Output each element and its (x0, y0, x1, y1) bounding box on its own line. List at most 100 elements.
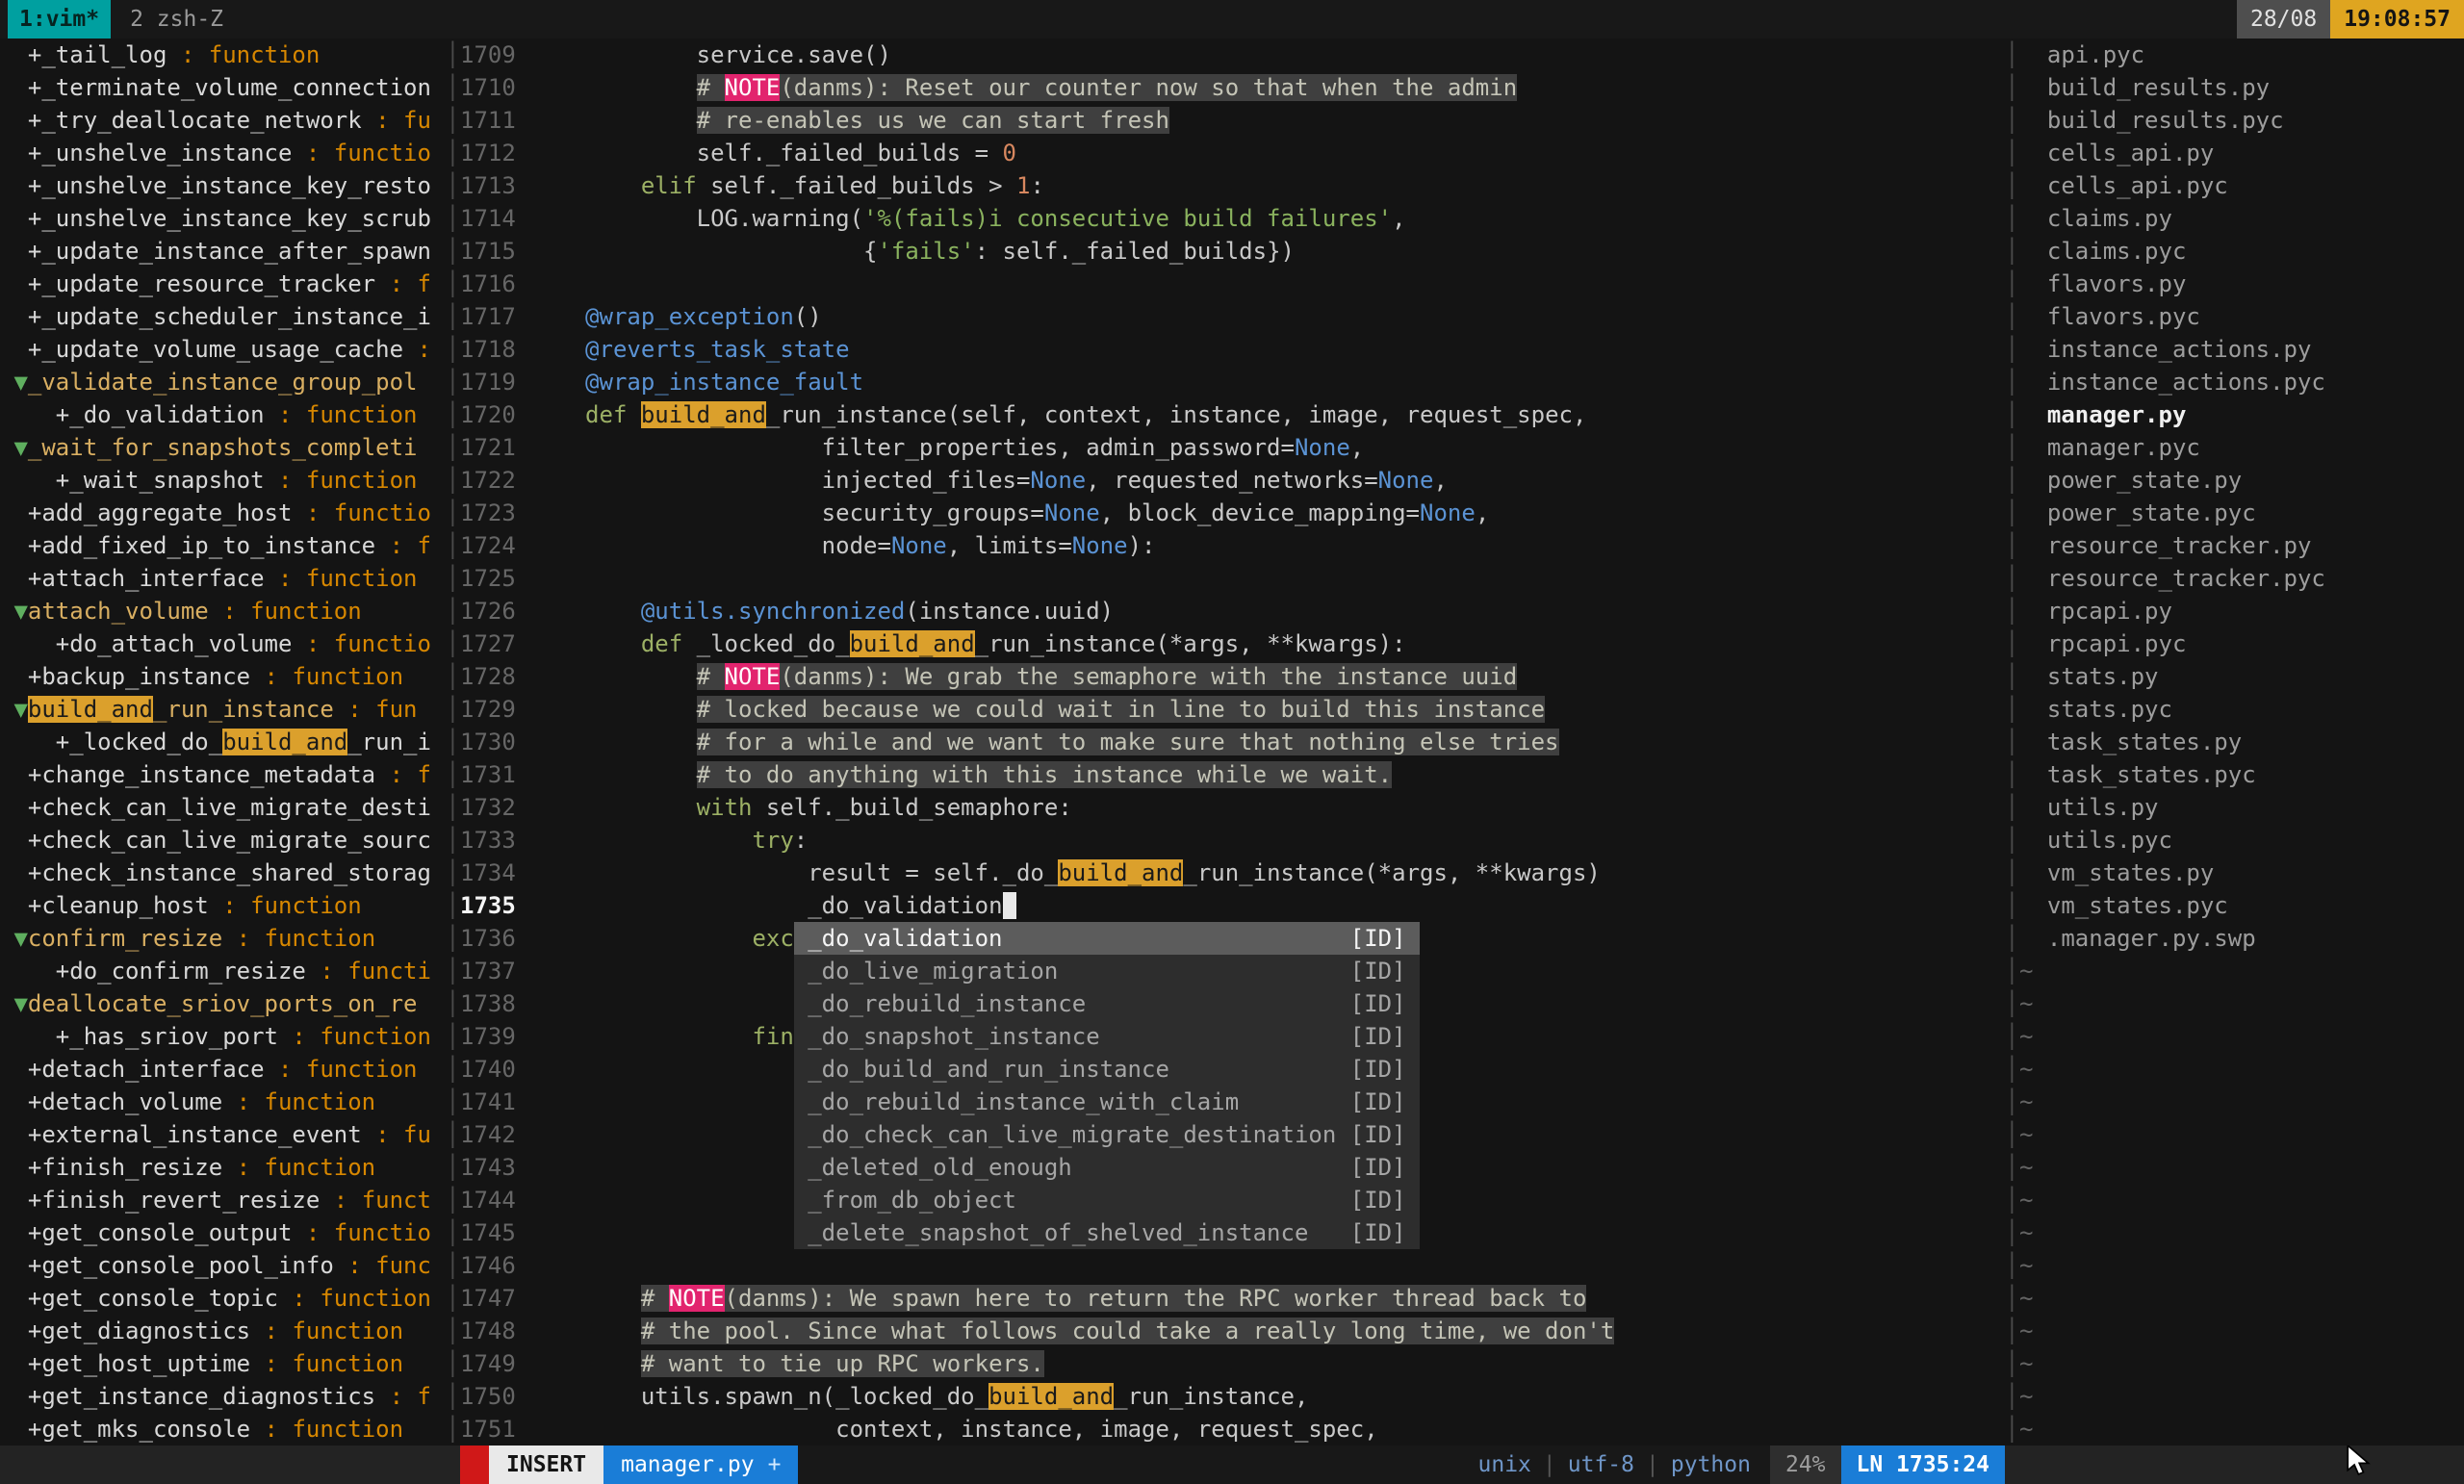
code-line[interactable]: 1726 @utils.synchronized(instance.uuid) (460, 595, 2005, 627)
separator-cell[interactable]: │ (2005, 169, 2019, 202)
tagbar-item[interactable]: +add_fixed_ip_to_instance : f (0, 529, 446, 562)
completion-item[interactable]: _delete_snapshot_of_shelved_instance [ID] (794, 1216, 1420, 1249)
separator-cell[interactable]: │ (446, 562, 460, 595)
code-line[interactable]: 1725 (460, 562, 2005, 595)
code-line[interactable]: 1727 def _locked_do_build_and_run_instan… (460, 627, 2005, 660)
separator-cell[interactable]: │ (446, 693, 460, 726)
separator-cell[interactable]: │ (446, 104, 460, 137)
separator-cell[interactable]: │ (446, 1086, 460, 1118)
separator-cell[interactable]: │ (2005, 758, 2019, 791)
separator-cell[interactable]: │ (2005, 398, 2019, 431)
separator-cell[interactable]: │ (446, 726, 460, 758)
tagbar-item[interactable]: +backup_instance : function (0, 660, 446, 693)
separator-cell[interactable]: │ (446, 627, 460, 660)
separator-cell[interactable]: │ (446, 595, 460, 627)
file-item[interactable]: stats.pyc (2019, 693, 2464, 726)
file-item[interactable]: claims.pyc (2019, 235, 2464, 268)
code-line[interactable]: 1734 result = self._do_build_and_run_ins… (460, 857, 2005, 889)
tmux-window-zsh[interactable]: 2 zsh-Z (130, 0, 223, 38)
completion-item[interactable]: _do_check_can_live_migrate_destination [I… (794, 1118, 1420, 1151)
separator-cell[interactable]: │ (2005, 562, 2019, 595)
separator-cell[interactable]: │ (2005, 1151, 2019, 1184)
separator-cell[interactable]: │ (2005, 1184, 2019, 1216)
separator-cell[interactable]: │ (2005, 1413, 2019, 1446)
separator-cell[interactable]: │ (446, 987, 460, 1020)
separator-cell[interactable]: │ (2005, 660, 2019, 693)
separator-cell[interactable]: │ (2005, 1315, 2019, 1347)
separator-cell[interactable]: │ (2005, 497, 2019, 529)
file-item[interactable]: task_states.pyc (2019, 758, 2464, 791)
code-line[interactable]: 1750 utils.spawn_n(_locked_do_build_and_… (460, 1380, 2005, 1413)
tagbar-item[interactable]: +get_instance_diagnostics : f (0, 1380, 446, 1413)
tagbar-item[interactable]: +_update_resource_tracker : f (0, 268, 446, 300)
completion-item[interactable]: _do_snapshot_instance [ID] (794, 1020, 1420, 1053)
tagbar-item[interactable]: +get_mks_console : function (0, 1413, 446, 1446)
file-item[interactable]: instance_actions.py (2019, 333, 2464, 366)
separator-cell[interactable]: │ (2005, 300, 2019, 333)
code-line[interactable]: 1735 _do_validation (460, 889, 2005, 922)
tagbar-item[interactable]: +_try_deallocate_network : fu (0, 104, 446, 137)
file-item[interactable]: resource_tracker.py (2019, 529, 2464, 562)
file-item[interactable]: utils.py (2019, 791, 2464, 824)
code-line[interactable]: 1724 node=None, limits=None): (460, 529, 2005, 562)
tagbar-item[interactable]: +_has_sriov_port : function (0, 1020, 446, 1053)
tagbar-item[interactable]: ▼build_and_run_instance : fun (0, 693, 446, 726)
tagbar-item[interactable]: +cleanup_host : function (0, 889, 446, 922)
separator-cell[interactable]: │ (446, 955, 460, 987)
separator-cell[interactable]: │ (446, 1118, 460, 1151)
code-line[interactable]: 1722 injected_files=None, requested_netw… (460, 464, 2005, 497)
code-line[interactable]: 1721 filter_properties, admin_password=N… (460, 431, 2005, 464)
tagbar-item[interactable]: +change_instance_metadata : f (0, 758, 446, 791)
separator-cell[interactable]: │ (2005, 726, 2019, 758)
separator-cell[interactable]: │ (2005, 202, 2019, 235)
completion-item[interactable]: _from_db_object [ID] (794, 1184, 1420, 1216)
separator-cell[interactable]: │ (446, 71, 460, 104)
file-item[interactable]: stats.py (2019, 660, 2464, 693)
code-line[interactable]: 1731 # to do anything with this instance… (460, 758, 2005, 791)
separator-cell[interactable]: │ (446, 497, 460, 529)
code-line[interactable]: 1746 (460, 1249, 2005, 1282)
file-item[interactable]: api.pyc (2019, 38, 2464, 71)
separator-cell[interactable]: │ (2005, 464, 2019, 497)
tagbar-item[interactable]: +add_aggregate_host : functio (0, 497, 446, 529)
separator-cell[interactable]: │ (446, 1249, 460, 1282)
code-line[interactable]: 1732 with self._build_semaphore: (460, 791, 2005, 824)
code-line[interactable]: 1717 @wrap_exception() (460, 300, 2005, 333)
separator-cell[interactable]: │ (446, 824, 460, 857)
file-item[interactable]: manager.pyc (2019, 431, 2464, 464)
tagbar-item[interactable]: +detach_volume : function (0, 1086, 446, 1118)
separator-cell[interactable]: │ (446, 235, 460, 268)
completion-item[interactable]: _do_rebuild_instance_with_claim [ID] (794, 1086, 1420, 1118)
separator-cell[interactable]: │ (446, 1216, 460, 1249)
code-line[interactable]: 1709 service.save() (460, 38, 2005, 71)
separator-cell[interactable]: │ (446, 1053, 460, 1086)
buffer-tab[interactable]: manager.py + (603, 1446, 799, 1484)
tagbar-item[interactable]: ▼confirm_resize : function (0, 922, 446, 955)
separator-cell[interactable]: │ (2005, 1249, 2019, 1282)
separator-cell[interactable]: │ (446, 791, 460, 824)
tagbar-item[interactable]: ▼attach_volume : function (0, 595, 446, 627)
separator-cell[interactable]: │ (446, 398, 460, 431)
separator-cell[interactable]: │ (446, 1184, 460, 1216)
tagbar-item[interactable]: +_update_scheduler_instance_i (0, 300, 446, 333)
separator-cell[interactable]: │ (446, 1151, 460, 1184)
code-line[interactable]: 1710 # NOTE(danms): Reset our counter no… (460, 71, 2005, 104)
separator-cell[interactable]: │ (2005, 595, 2019, 627)
separator-cell[interactable]: │ (446, 464, 460, 497)
tagbar-item[interactable]: ▼_wait_for_snapshots_completi (0, 431, 446, 464)
completion-item[interactable]: _do_live_migration [ID] (794, 955, 1420, 987)
separator-cell[interactable]: │ (2005, 366, 2019, 398)
separator-cell[interactable]: │ (2005, 791, 2019, 824)
file-item[interactable]: task_states.py (2019, 726, 2464, 758)
separator-cell[interactable]: │ (2005, 38, 2019, 71)
file-item[interactable]: power_state.py (2019, 464, 2464, 497)
file-item[interactable]: rpcapi.pyc (2019, 627, 2464, 660)
tagbar-item[interactable]: +get_console_pool_info : func (0, 1249, 446, 1282)
separator-cell[interactable]: │ (446, 38, 460, 71)
tagbar-item[interactable]: +check_can_live_migrate_sourc (0, 824, 446, 857)
code-line[interactable]: 1715 {'fails': self._failed_builds}) (460, 235, 2005, 268)
separator-cell[interactable]: │ (2005, 268, 2019, 300)
tagbar-item[interactable]: +_tail_log : function (0, 38, 446, 71)
separator-cell[interactable]: │ (446, 202, 460, 235)
separator-cell[interactable]: │ (446, 1380, 460, 1413)
